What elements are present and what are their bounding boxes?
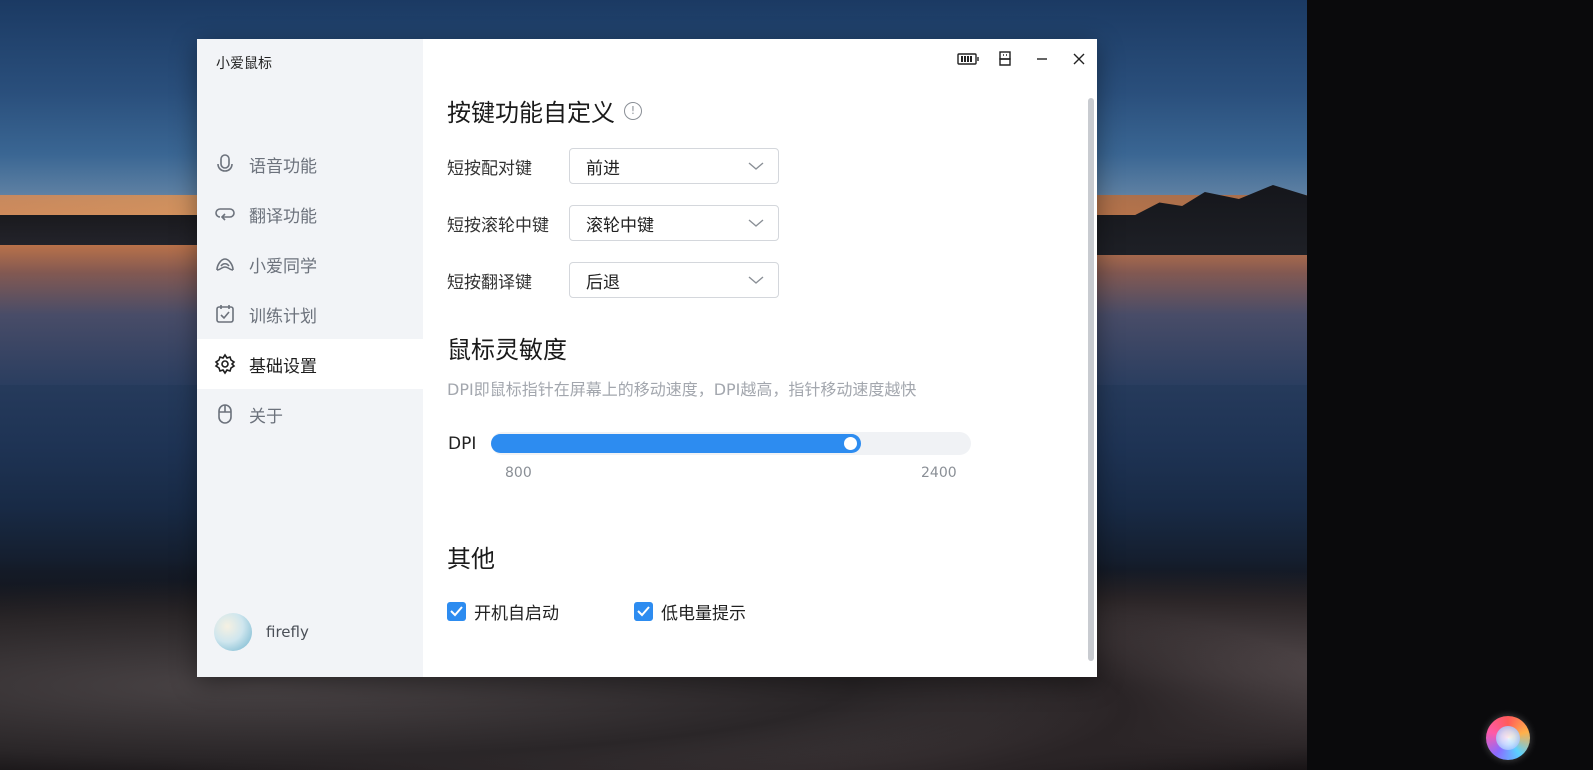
sidebar-item-translate[interactable]: 翻译功能 bbox=[197, 189, 423, 239]
minimize-button[interactable] bbox=[1023, 39, 1060, 79]
key-customize-heading: 按键功能自定义 ! bbox=[447, 93, 642, 128]
dpi-slider-fill bbox=[491, 434, 861, 453]
sidebar-item-label: 小爱同学 bbox=[249, 256, 317, 277]
microphone-icon bbox=[214, 153, 236, 175]
sidebar: 小爱鼠标 语音功能 翻译功能 小爱同学 训练计划 基础设置 关于 firefly bbox=[197, 39, 423, 677]
close-button[interactable] bbox=[1060, 39, 1097, 79]
sidebar-item-xiaoai[interactable]: 小爱同学 bbox=[197, 239, 423, 289]
app-title: 小爱鼠标 bbox=[216, 56, 272, 72]
xiaoai-icon bbox=[214, 253, 236, 275]
low-battery-checkbox[interactable]: 低电量提示 bbox=[634, 599, 746, 624]
dpi-slider-thumb[interactable] bbox=[843, 437, 857, 450]
sensitivity-heading: 鼠标灵敏度 bbox=[447, 336, 567, 364]
window-controls bbox=[949, 39, 1097, 79]
dpi-label: DPI bbox=[448, 434, 477, 454]
chevron-down-icon bbox=[748, 162, 764, 170]
sidebar-item-training[interactable]: 训练计划 bbox=[197, 289, 423, 339]
gear-icon bbox=[214, 353, 236, 375]
sidebar-item-about[interactable]: 关于 bbox=[197, 389, 423, 439]
checkbox-checked-icon bbox=[447, 602, 466, 621]
calendar-check-icon bbox=[214, 303, 236, 325]
chevron-down-icon bbox=[748, 219, 764, 227]
translate-key-row: 短按翻译键 后退 bbox=[447, 262, 779, 298]
chevron-down-icon bbox=[748, 276, 764, 284]
info-icon[interactable]: ! bbox=[624, 101, 642, 120]
sensitivity-description: DPI即鼠标指针在屏幕上的移动速度，DPI越高，指针移动速度越快 bbox=[447, 380, 917, 399]
sidebar-item-voice[interactable]: 语音功能 bbox=[197, 139, 423, 189]
select-value: 前进 bbox=[586, 158, 620, 179]
desktop-dark-area bbox=[1307, 0, 1593, 770]
avatar bbox=[214, 613, 252, 651]
dpi-slider[interactable] bbox=[491, 432, 971, 455]
autostart-label: 开机自启动 bbox=[474, 604, 559, 624]
wheel-key-label: 短按滚轮中键 bbox=[447, 215, 549, 236]
pair-key-row: 短按配对键 前进 bbox=[447, 148, 779, 184]
battery-icon[interactable] bbox=[949, 39, 986, 79]
sidebar-item-label: 关于 bbox=[249, 406, 283, 427]
pair-key-select[interactable]: 前进 bbox=[569, 148, 779, 184]
usb-receiver-icon[interactable] bbox=[986, 39, 1023, 79]
other-heading: 其他 bbox=[447, 545, 495, 573]
section-title: 按键功能自定义 bbox=[447, 99, 615, 127]
select-value: 后退 bbox=[586, 272, 620, 293]
translate-key-label: 短按翻译键 bbox=[447, 272, 532, 293]
assistant-orb-icon[interactable] bbox=[1486, 716, 1530, 760]
dpi-min-label: 800 bbox=[505, 465, 532, 481]
scrollbar[interactable] bbox=[1088, 98, 1094, 661]
sidebar-item-label: 基础设置 bbox=[249, 356, 317, 377]
sidebar-item-label: 语音功能 bbox=[249, 156, 317, 177]
translate-loop-icon bbox=[214, 203, 236, 225]
checkbox-checked-icon bbox=[634, 602, 653, 621]
low-battery-label: 低电量提示 bbox=[661, 604, 746, 624]
wheel-key-select[interactable]: 滚轮中键 bbox=[569, 205, 779, 241]
wheel-key-row: 短按滚轮中键 滚轮中键 bbox=[447, 205, 779, 241]
dpi-max-label: 2400 bbox=[921, 465, 957, 481]
mouse-icon bbox=[214, 403, 236, 425]
sidebar-item-label: 翻译功能 bbox=[249, 206, 317, 227]
autostart-checkbox[interactable]: 开机自启动 bbox=[447, 599, 559, 624]
app-window: 小爱鼠标 语音功能 翻译功能 小爱同学 训练计划 基础设置 关于 firefly… bbox=[197, 39, 1097, 677]
sidebar-item-basic-settings[interactable]: 基础设置 bbox=[197, 339, 423, 389]
sidebar-nav: 语音功能 翻译功能 小爱同学 训练计划 基础设置 关于 bbox=[197, 139, 423, 439]
pair-key-label: 短按配对键 bbox=[447, 158, 532, 179]
main-content: 按键功能自定义 ! 短按配对键 前进 短按滚轮中键 滚轮中键 短按翻译键 后退 bbox=[423, 39, 1097, 677]
user-profile[interactable]: firefly bbox=[214, 613, 309, 651]
username: firefly bbox=[266, 623, 309, 641]
other-options: 开机自启动 低电量提示 bbox=[447, 599, 821, 624]
select-value: 滚轮中键 bbox=[586, 215, 654, 236]
translate-key-select[interactable]: 后退 bbox=[569, 262, 779, 298]
sidebar-item-label: 训练计划 bbox=[249, 306, 317, 327]
